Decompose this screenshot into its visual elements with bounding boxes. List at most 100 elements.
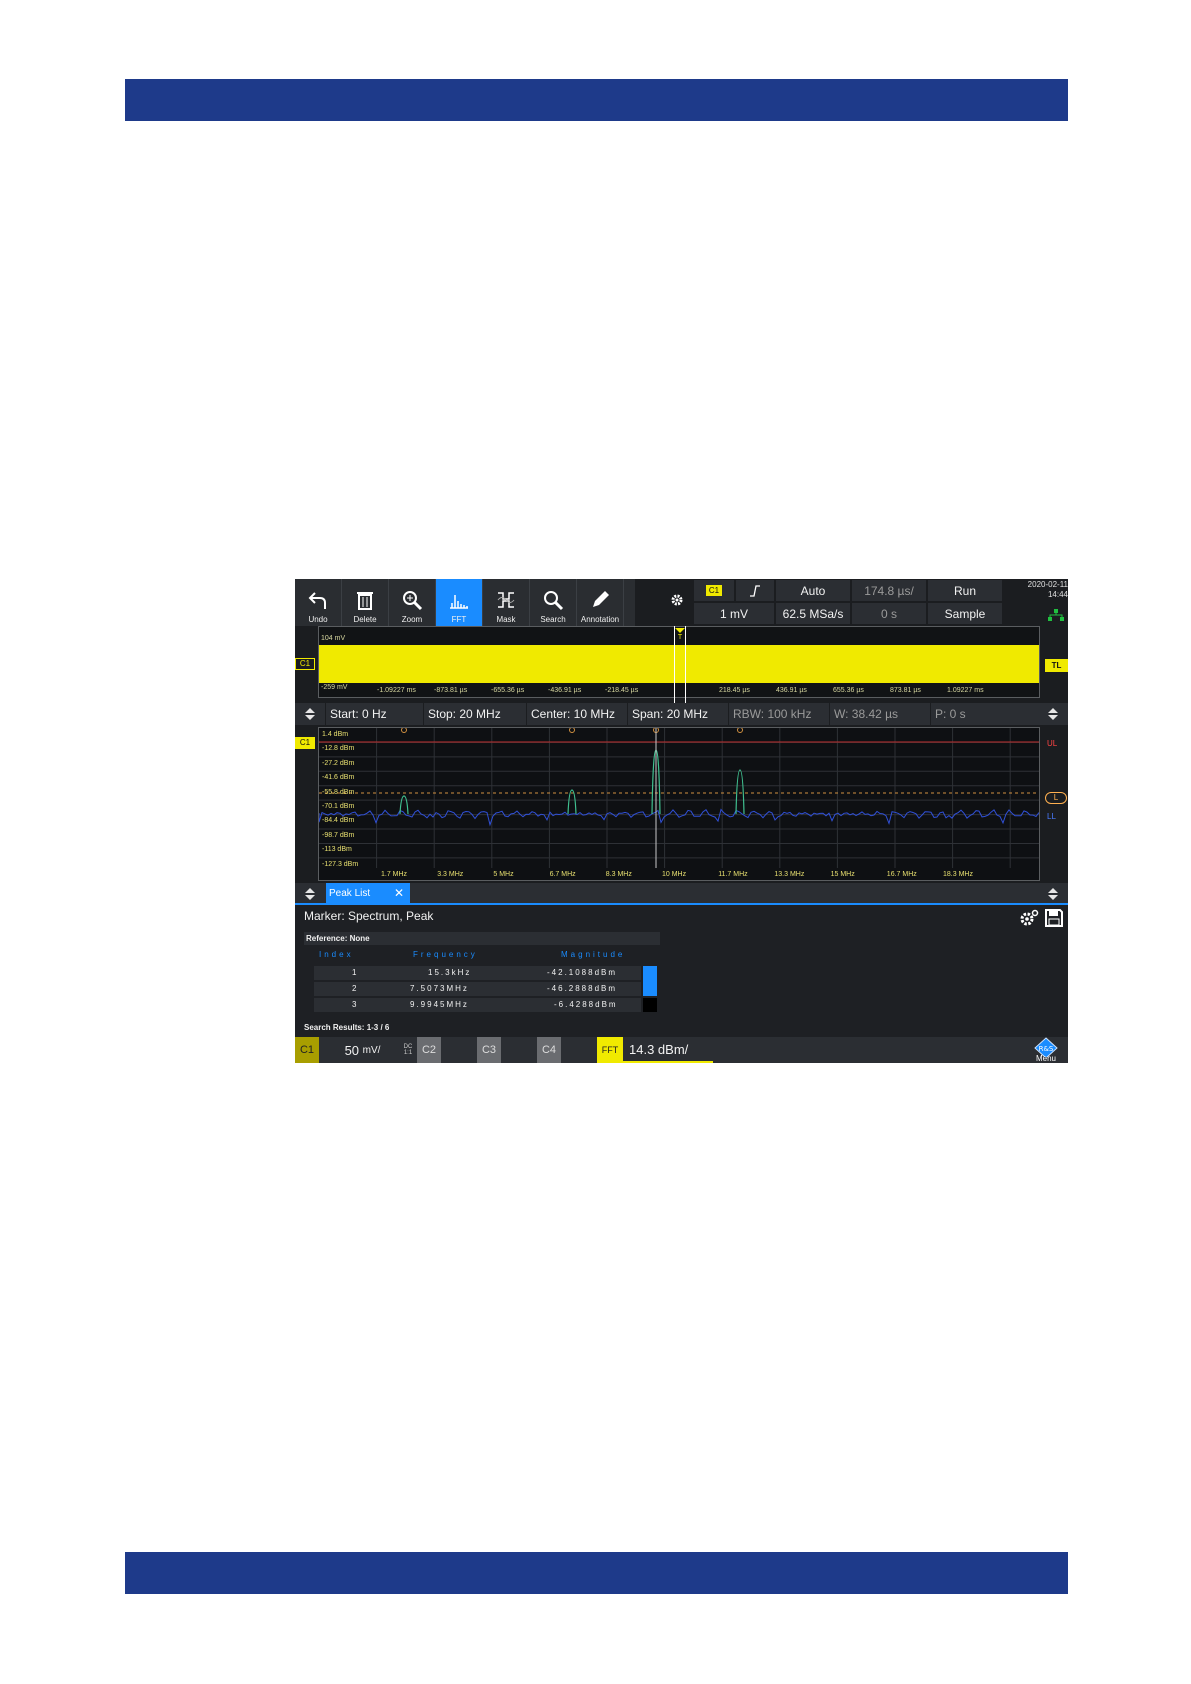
mask-icon	[497, 592, 515, 608]
y-axis-label: -12.8 dBm	[322, 745, 355, 753]
tab-peak-list[interactable]: Peak List ✕	[326, 883, 410, 903]
peak-list-panel: Marker: Spectrum, Peak Reference: None I…	[295, 905, 1068, 1037]
trigger-position-marker[interactable]: T	[674, 626, 686, 704]
channel-offset-tag[interactable]: C1	[295, 658, 315, 670]
y-axis-label: 1.4 dBm	[322, 731, 349, 738]
y-axis-label: -41.6 dBm	[322, 774, 355, 782]
x-axis-label: 1.7 MHz	[381, 871, 408, 878]
settings-gear-icon[interactable]	[1019, 909, 1039, 927]
trigger-slope-cell[interactable]	[736, 580, 774, 601]
annotation-button[interactable]: Annotation	[577, 579, 624, 626]
mask-button[interactable]: Mask	[483, 579, 530, 626]
y-axis-label: -70.1 dBm	[322, 803, 355, 810]
cell-frequency: 9.9945MHz	[410, 1000, 469, 1009]
peak-marker	[569, 728, 575, 733]
peak-marker	[401, 728, 407, 733]
svg-text:R&S: R&S	[1039, 1045, 1054, 1053]
menu-button[interactable]: R&S Menu	[1024, 1037, 1068, 1063]
time-tick-label: 436.91 µs	[776, 687, 807, 694]
up-down-icon[interactable]	[303, 707, 317, 721]
time-tick-label: -1.09227 ms	[377, 687, 416, 694]
undo-button[interactable]: Undo	[295, 579, 342, 626]
save-icon[interactable]	[1044, 908, 1064, 928]
header-index: Index	[319, 950, 354, 959]
trigger-source-badge: C1	[705, 585, 723, 596]
timebase-cell[interactable]: 174.8 µs/	[852, 580, 926, 601]
up-down-icon[interactable]	[1046, 887, 1060, 901]
undo-label: Undo	[308, 615, 328, 624]
time-tick-label: 873.81 µs	[890, 687, 921, 694]
time-tick-label: -218.45 µs	[605, 687, 639, 694]
x-axis-label: 10 MHz	[662, 871, 687, 878]
cell-index: 3	[352, 1000, 359, 1009]
time-tick-label: 1.09227 ms	[947, 687, 984, 694]
oscilloscope-screen: Undo Delete Zoom FFT Mask Search Annotat…	[295, 579, 1068, 1063]
spectrum-channel-tag[interactable]: C1	[295, 737, 315, 749]
x-axis-label: 3.3 MHz	[437, 871, 464, 878]
channel-c4-button[interactable]: C4	[537, 1037, 561, 1063]
upper-limit-tag[interactable]: UL	[1047, 739, 1057, 748]
fft-channel-button[interactable]: FFT	[597, 1037, 623, 1063]
undo-icon	[308, 592, 326, 609]
gear-icon[interactable]	[670, 593, 684, 607]
lower-limit-tag[interactable]: LL	[1047, 812, 1056, 821]
fft-label: FFT	[451, 615, 467, 624]
trigger-marker-icon: T	[675, 628, 685, 639]
table-row[interactable]: 3 9.9945MHz -6.4288dBm	[314, 998, 641, 1012]
zoom-label: Zoom	[401, 615, 423, 624]
c1-scale-field[interactable]: 50 mV/	[320, 1037, 405, 1063]
up-down-icon[interactable]	[1046, 707, 1060, 721]
y-axis-label: -27.2 dBm	[322, 759, 355, 767]
trigger-level-cell[interactable]: 1 mV	[694, 603, 774, 624]
y-axis-label: -55.8 dBm	[322, 788, 355, 796]
limit-tag[interactable]: L	[1045, 792, 1067, 804]
trigger-source-cell[interactable]: C1	[694, 580, 734, 601]
result-tab-bar: Peak List ✕	[295, 883, 1068, 905]
trigger-level-tag[interactable]: TL	[1045, 659, 1068, 672]
table-row[interactable]: 1 15.3kHz -42.1088dBm	[314, 966, 641, 980]
fft-window-field[interactable]: W: 38.42 µs	[829, 703, 930, 725]
c1-scale-value: 50	[344, 1042, 360, 1058]
y-axis-label: -127.3 dBm	[322, 860, 359, 868]
reference-row: Reference: None	[304, 932, 660, 945]
search-button[interactable]: Search	[530, 579, 577, 626]
y-axis-label: -84.4 dBm	[322, 817, 355, 825]
channel-c2-button[interactable]: C2	[417, 1037, 441, 1063]
channel-c1-button[interactable]: C1	[295, 1037, 319, 1063]
x-axis-label: 13.3 MHz	[774, 871, 805, 878]
fft-start-field[interactable]: Start: 0 Hz	[325, 703, 423, 725]
sample-rate-cell[interactable]: 62.5 MSa/s	[776, 603, 850, 624]
x-axis-label: 18.3 MHz	[943, 871, 973, 878]
fft-icon	[450, 595, 468, 609]
up-down-icon[interactable]	[303, 887, 317, 901]
trigger-mode-cell[interactable]: Auto	[776, 580, 850, 601]
x-axis-label: 15 MHz	[830, 871, 855, 878]
acquisition-cell[interactable]: Sample	[928, 603, 1002, 624]
clock-date: 2020-02-11	[1027, 580, 1068, 589]
fft-button[interactable]: FFT	[436, 579, 483, 626]
offset-cell[interactable]: 0 s	[852, 603, 926, 624]
close-icon[interactable]: ✕	[394, 886, 404, 900]
fft-scale-field[interactable]: 14.3 dBm/	[623, 1037, 713, 1063]
delete-label: Delete	[353, 615, 377, 624]
svg-text:T: T	[678, 634, 683, 639]
footer-band	[125, 1552, 1068, 1594]
search-results-count: Search Results: 1-3 / 6	[304, 1023, 390, 1032]
fft-span-field[interactable]: Span: 20 MHz	[627, 703, 728, 725]
zoom-button[interactable]: Zoom	[389, 579, 436, 626]
fft-center-field[interactable]: Center: 10 MHz	[526, 703, 627, 725]
clock: 2020-02-11 14:44	[1025, 580, 1068, 600]
fft-rbw-field[interactable]: RBW: 100 kHz	[728, 703, 829, 725]
channel-c3-button[interactable]: C3	[477, 1037, 501, 1063]
x-axis-label: 5 MHz	[493, 871, 514, 878]
network-icon	[1048, 609, 1064, 621]
time-tick-label: -436.91 µs	[548, 687, 582, 694]
fft-stop-field[interactable]: Stop: 20 MHz	[423, 703, 526, 725]
run-cell[interactable]: Run	[928, 580, 1002, 601]
delete-button[interactable]: Delete	[342, 579, 389, 626]
horizontal-settings: C1 Auto 174.8 µs/ Run 1 mV 62.5 MSa/s 0 …	[694, 580, 1023, 625]
fft-position-field[interactable]: P: 0 s	[930, 703, 1030, 725]
clock-time: 14:44	[1047, 590, 1068, 599]
table-row[interactable]: 2 7.5073MHz -46.2888dBm	[314, 982, 641, 996]
channel-status-bar: C1 50 mV/ DC 1:1 C2 C3 C4 FFT 14.3 dBm/ …	[295, 1037, 1068, 1063]
